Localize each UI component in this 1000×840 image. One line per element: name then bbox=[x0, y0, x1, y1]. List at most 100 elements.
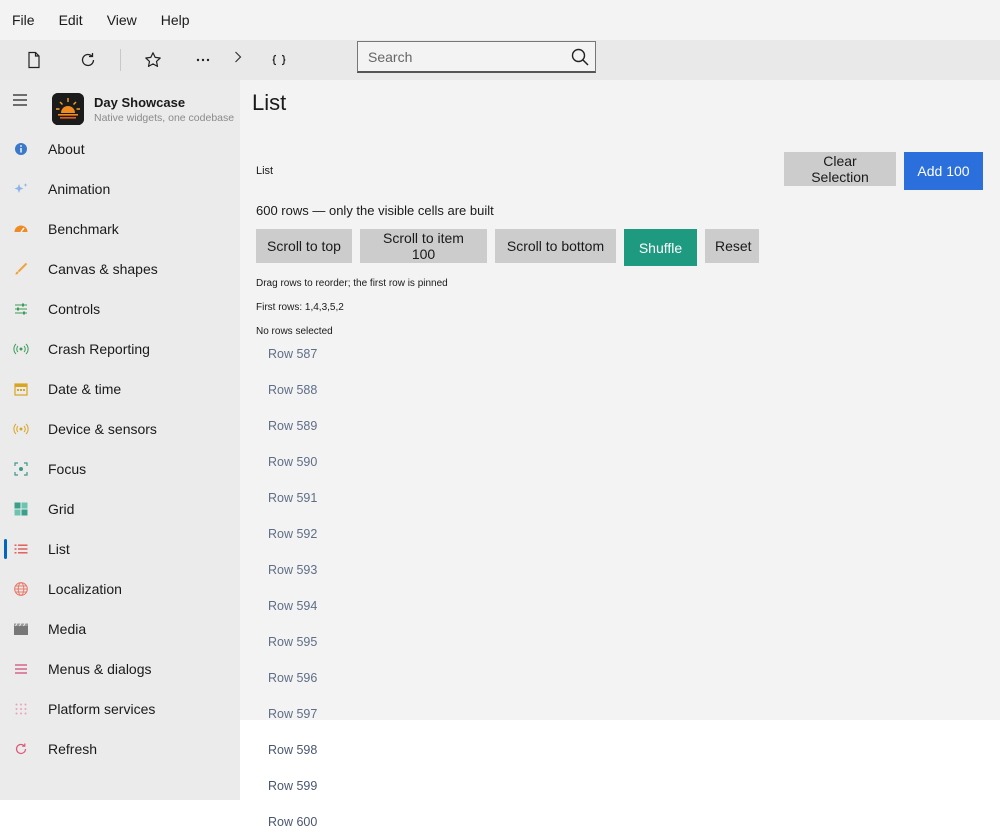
sidebar-item-canvas[interactable]: Canvas & shapes bbox=[0, 249, 240, 289]
sidebar-item-label: Crash Reporting bbox=[48, 341, 150, 357]
sidebar-item-label: Benchmark bbox=[48, 221, 119, 237]
sidebar: Day Showcase Native widgets, one codebas… bbox=[0, 80, 240, 800]
sidebar-item-menus-dialogs[interactable]: Menus & dialogs bbox=[0, 649, 240, 689]
expand-button[interactable] bbox=[229, 37, 247, 77]
more-button[interactable] bbox=[177, 40, 229, 80]
clapper-icon bbox=[13, 621, 29, 637]
sidebar-item-controls[interactable]: Controls bbox=[0, 289, 240, 329]
list-item[interactable]: Row 588 bbox=[268, 383, 317, 397]
list-item[interactable]: Row 591 bbox=[268, 491, 317, 505]
sidebar-item-platform-services[interactable]: Platform services bbox=[0, 689, 240, 729]
sparkle-icon bbox=[13, 181, 29, 197]
menu-bar: File Edit View Help bbox=[0, 0, 1000, 40]
list-item[interactable]: Row 597 bbox=[268, 707, 317, 721]
sidebar-item-label: Controls bbox=[48, 301, 101, 317]
info-icon bbox=[13, 141, 29, 157]
menu-file[interactable]: File bbox=[0, 12, 47, 28]
sidebar-item-grid[interactable]: Grid bbox=[0, 489, 240, 529]
scroll-to-bottom-button[interactable]: Scroll to bottom bbox=[495, 229, 616, 263]
selection-status: No rows selected bbox=[256, 326, 333, 337]
gauge-icon bbox=[13, 221, 29, 237]
chevron-right-icon bbox=[235, 51, 242, 63]
list-item[interactable]: Row 587 bbox=[268, 347, 317, 361]
brush-icon bbox=[13, 261, 29, 277]
toolbar bbox=[0, 40, 1000, 80]
sidebar-item-localization[interactable]: Localization bbox=[0, 569, 240, 609]
selection-indicator bbox=[4, 539, 7, 559]
brackets-icon bbox=[272, 54, 286, 66]
row-count-info: 600 rows — only the visible cells are bu… bbox=[256, 203, 494, 218]
shuffle-button[interactable]: Shuffle bbox=[624, 229, 697, 266]
sidebar-item-label: Platform services bbox=[48, 701, 156, 717]
list-item[interactable]: Row 596 bbox=[268, 671, 317, 685]
list-item[interactable]: Row 592 bbox=[268, 527, 317, 541]
globe-icon bbox=[13, 581, 29, 597]
list-item[interactable]: Row 590 bbox=[268, 455, 317, 469]
list-item[interactable]: Row 595 bbox=[268, 635, 317, 649]
menu-view[interactable]: View bbox=[95, 12, 149, 28]
refresh-icon bbox=[81, 53, 95, 67]
app-title: Day Showcase bbox=[94, 95, 186, 110]
sidebar-item-crash-reporting[interactable]: Crash Reporting bbox=[0, 329, 240, 369]
main-content: List List Clear Selection Add 100 600 ro… bbox=[240, 80, 1000, 720]
add-100-button[interactable]: Add 100 bbox=[904, 152, 983, 190]
sidebar-item-label: Focus bbox=[48, 461, 87, 477]
toolbar-separator bbox=[120, 49, 121, 71]
first-rows-status: First rows: 1,4,3,5,2 bbox=[256, 302, 344, 313]
sidebar-item-refresh[interactable]: Refresh bbox=[0, 729, 240, 769]
list-icon bbox=[13, 541, 29, 557]
menu-help[interactable]: Help bbox=[149, 12, 202, 28]
sidebar-item-label: List bbox=[48, 541, 70, 557]
sidebar-item-benchmark[interactable]: Benchmark bbox=[0, 209, 240, 249]
sidebar-item-list[interactable]: List bbox=[0, 529, 240, 569]
sidebar-item-label: Date & time bbox=[48, 381, 122, 397]
sliders-icon bbox=[13, 301, 29, 317]
sidebar-item-date-time[interactable]: Date & time bbox=[0, 369, 240, 409]
code-button[interactable] bbox=[255, 40, 303, 80]
sidebar-item-focus[interactable]: Focus bbox=[0, 449, 240, 489]
list-item[interactable]: Row 593 bbox=[268, 563, 317, 577]
calendar-icon bbox=[13, 381, 29, 397]
search-icon[interactable] bbox=[565, 47, 595, 67]
sidebar-item-label: Device & sensors bbox=[48, 421, 157, 437]
sidebar-item-media[interactable]: Media bbox=[0, 609, 240, 649]
reset-button[interactable]: Reset bbox=[705, 229, 759, 263]
sidebar-item-label: Grid bbox=[48, 501, 75, 517]
list-label: List bbox=[256, 165, 274, 177]
sidebar-item-device-sensors[interactable]: Device & sensors bbox=[0, 409, 240, 449]
new-page-icon bbox=[28, 51, 40, 69]
sidebar-item-label: Canvas & shapes bbox=[48, 261, 158, 277]
list-item[interactable]: Row 598 bbox=[268, 743, 317, 757]
search-box bbox=[357, 41, 596, 73]
app-logo bbox=[52, 93, 84, 125]
focus-icon bbox=[13, 461, 29, 477]
hamburger-icon[interactable] bbox=[10, 90, 30, 110]
favorite-button[interactable] bbox=[129, 40, 177, 80]
broadcast-icon bbox=[13, 341, 29, 357]
list-item[interactable]: Row 599 bbox=[268, 779, 317, 793]
scroll-to-item-button[interactable]: Scroll to item 100 bbox=[360, 229, 487, 263]
list-item[interactable]: Row 600 bbox=[268, 815, 317, 829]
refresh-icon bbox=[13, 741, 29, 757]
new-page-button[interactable] bbox=[10, 40, 58, 80]
refresh-button[interactable] bbox=[64, 40, 112, 80]
sidebar-item-label: About bbox=[48, 141, 85, 157]
search-input[interactable] bbox=[358, 42, 565, 71]
star-icon bbox=[145, 52, 161, 67]
sidebar-item-label: Refresh bbox=[48, 741, 98, 757]
sidebar-item-label: Localization bbox=[48, 581, 122, 597]
sidebar-item-label: Menus & dialogs bbox=[48, 661, 152, 677]
drag-hint: Drag rows to reorder; the first row is p… bbox=[256, 278, 448, 289]
list-item[interactable]: Row 589 bbox=[268, 419, 317, 433]
more-icon bbox=[196, 58, 210, 62]
menu-lines-icon bbox=[13, 661, 29, 677]
sidebar-item-label: Animation bbox=[48, 181, 111, 197]
menu-edit[interactable]: Edit bbox=[47, 12, 95, 28]
list-item[interactable]: Row 594 bbox=[268, 599, 317, 613]
page-title: List bbox=[252, 90, 287, 115]
sidebar-item-label: Media bbox=[48, 621, 87, 637]
scroll-to-top-button[interactable]: Scroll to top bbox=[256, 229, 352, 263]
clear-selection-button[interactable]: Clear Selection bbox=[784, 152, 896, 186]
sidebar-item-animation[interactable]: Animation bbox=[0, 169, 240, 209]
sidebar-item-about[interactable]: About bbox=[0, 129, 240, 169]
